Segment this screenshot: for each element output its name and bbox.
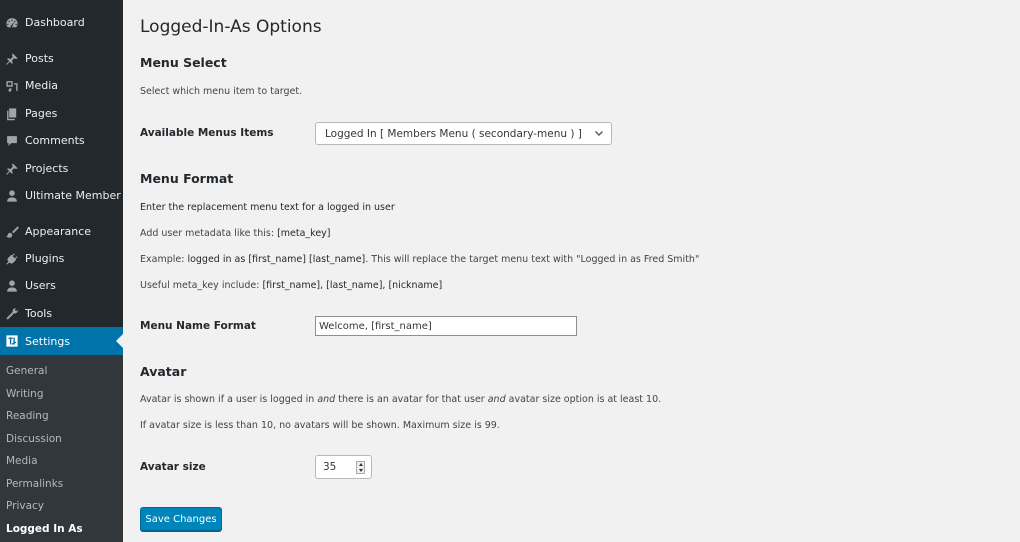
avatar-size-input[interactable]: 35 [315,455,372,479]
sidebar-item-label: Projects [25,162,69,175]
menu-format-heading: Menu Format [140,171,234,186]
spinner-down-icon[interactable] [358,468,363,472]
wrench-icon [3,305,21,323]
chevron-down-icon [595,131,603,136]
sidebar-item-settings[interactable]: Settings [0,327,123,355]
available-menus-label: Available Menus Items [140,127,274,139]
example-suffix: . This will replace the target menu text… [365,254,700,265]
spinner-up-icon[interactable] [358,463,363,467]
sidebar-item-label: Ultimate Member [25,189,121,202]
sidebar-item-label: Tools [25,307,53,320]
sidebar-item-plugins[interactable]: Plugins [0,245,123,272]
pin-icon [3,160,21,178]
menu-format-intro: Enter the replacement menu text for a lo… [140,202,395,213]
paintbrush-icon [3,223,21,241]
avatar-text: Avatar is shown if a user is logged in [140,394,318,405]
sidebar-item-label: Media [25,79,59,92]
active-indicator [116,334,123,348]
sidebar-item-posts[interactable]: Posts [0,45,123,72]
submenu-item-permalinks[interactable]: Permalinks [6,478,63,490]
sidebar-item-ultimate-member[interactable]: Ultimate Member [0,182,123,209]
avatar-emphasis: and [487,394,506,405]
avatar-text: avatar size option is at least 10. [505,394,662,405]
save-changes-button[interactable]: Save Changes [140,507,222,531]
menu-format-example: Example: logged in as [first_name] [last… [140,254,699,265]
submenu-item-privacy[interactable]: Privacy [6,500,44,512]
submenu-item-general[interactable]: General [6,365,47,377]
sidebar-item-comments[interactable]: Comments [0,127,123,154]
dashboard-icon [3,14,21,32]
settings-submenu: General Writing Reading Discussion Media… [0,355,123,542]
number-spinner[interactable] [356,461,365,474]
submenu-item-logged-in-as[interactable]: Logged In As [6,523,83,535]
sidebar-item-users[interactable]: Users [0,272,123,299]
sidebar-item-label: Comments [25,134,85,147]
avatar-description: Avatar is shown if a user is logged in a… [140,394,661,405]
sidebar-item-label: Dashboard [25,16,85,29]
user-icon [3,187,21,205]
settings-icon [3,332,21,350]
sidebar-item-label: Plugins [25,252,65,265]
user-icon [3,277,21,295]
avatar-emphasis: and [317,394,336,405]
submenu-item-writing[interactable]: Writing [6,388,44,400]
sidebar-item-projects[interactable]: Projects [0,155,123,182]
useful-code: [first_name], [last_name], [nickname] [262,280,443,291]
avatar-heading: Avatar [140,364,187,379]
hint-text: Add user metadata like this: [140,228,278,239]
avatar-text: there is an avatar for that user [335,394,488,405]
menu-select-description: Select which menu item to target. [140,86,303,97]
sidebar-item-label: Pages [25,107,58,120]
admin-sidebar: Dashboard Posts Media Pages Comments Pro… [0,0,123,542]
comment-icon [3,132,21,150]
menu-select-heading: Menu Select [140,55,227,70]
submenu-item-media[interactable]: Media [6,455,38,467]
sidebar-item-pages[interactable]: Pages [0,100,123,127]
avatar-size-label: Avatar size [140,461,206,473]
sidebar-item-appearance[interactable]: Appearance [0,218,123,245]
select-value: Logged In [ Members Menu ( secondary-men… [325,127,582,140]
pages-icon [3,105,21,123]
sidebar-item-media[interactable]: Media [0,72,123,99]
example-prefix: Example: [140,254,188,265]
sidebar-item-label: Posts [25,52,54,65]
submenu-item-discussion[interactable]: Discussion [6,433,62,445]
submenu-item-reading[interactable]: Reading [6,410,49,422]
available-menus-select[interactable]: Logged In [ Members Menu ( secondary-men… [315,122,612,145]
hint-code: [meta_key] [277,228,331,239]
sidebar-item-dashboard[interactable]: Dashboard [0,9,123,36]
useful-prefix: Useful meta_key include: [140,280,263,291]
sidebar-item-label: Users [25,279,56,292]
pin-icon [3,50,21,68]
menu-format-useful-keys: Useful meta_key include: [first_name], [… [140,280,442,291]
plugin-icon [3,250,21,268]
sidebar-item-label: Settings [25,334,71,348]
avatar-size-value: 35 [323,461,337,473]
page-title: Logged-In-As Options [140,17,322,37]
menu-format-metadata-hint: Add user metadata like this: [meta_key] [140,228,331,239]
menu-name-format-label: Menu Name Format [140,320,256,332]
sidebar-item-tools[interactable]: Tools [0,300,123,327]
menu-name-format-input[interactable] [315,316,577,336]
avatar-size-note: If avatar size is less than 10, no avata… [140,420,500,431]
example-code: logged in as [first_name] [last_name] [187,254,366,265]
sidebar-item-label: Appearance [25,225,92,238]
media-icon [3,77,21,95]
